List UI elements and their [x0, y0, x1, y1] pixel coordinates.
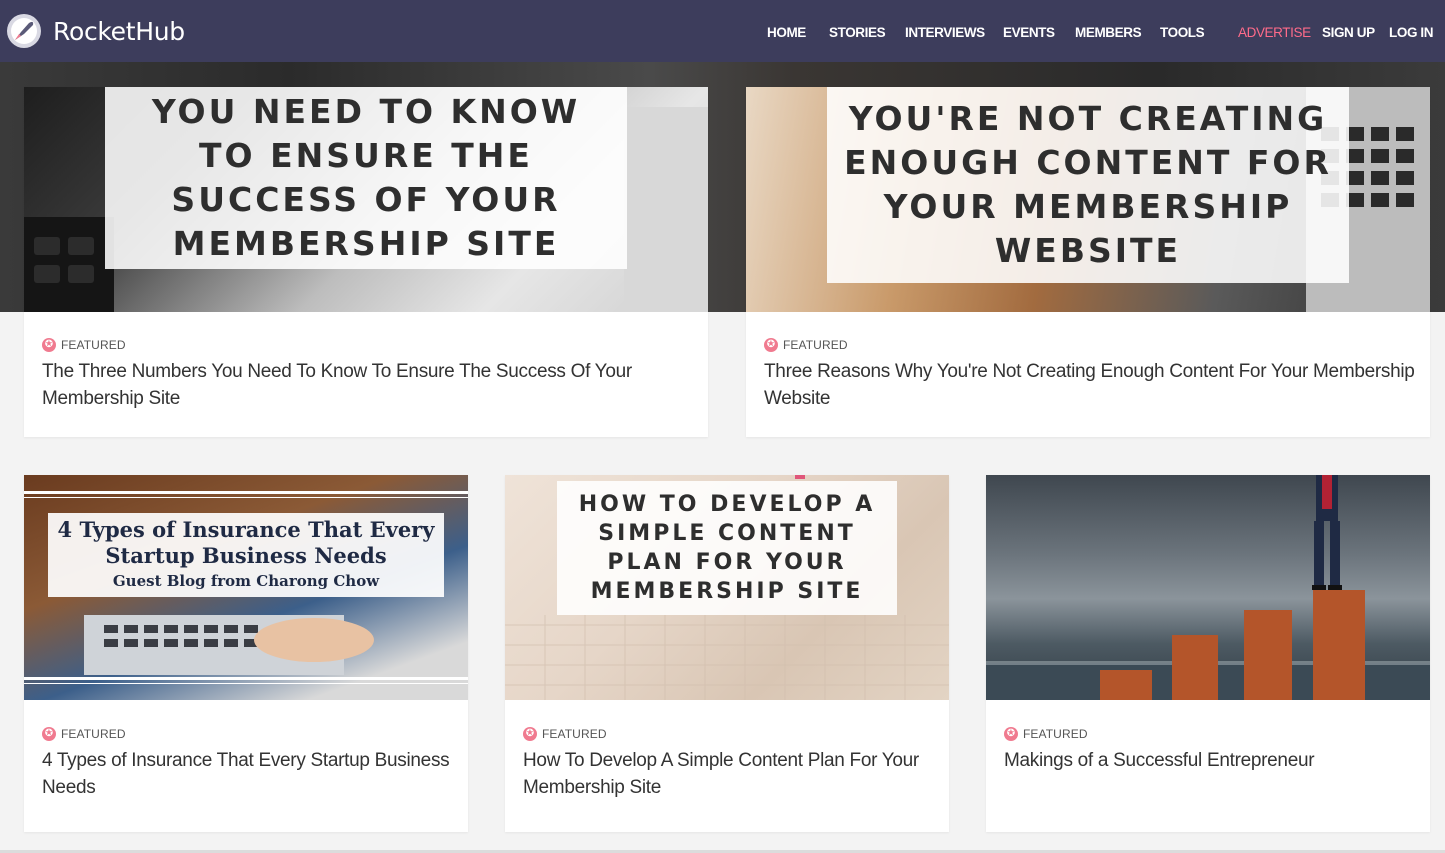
article-card-membership-numbers[interactable]: YOU NEED TO KNOW TO ENSURE THE SUCCESS O… [24, 87, 708, 437]
article-card-content-plan[interactable]: HOW TO DEVELOP A SIMPLE CONTENT PLAN FOR… [505, 475, 949, 832]
top-navigation-bar: RocketHub HOME STORIES INTERVIEWS EVENTS… [0, 0, 1445, 62]
thumbnail-overlay-line-2: Startup Business Needs [105, 543, 387, 568]
article-card-successful-entrepreneur[interactable]: FEATURED Makings of a Successful Entrepr… [986, 475, 1430, 832]
article-thumbnail[interactable] [986, 475, 1430, 700]
featured-star-icon [764, 337, 778, 353]
featured-badge: FEATURED [42, 726, 126, 742]
article-title[interactable]: Three Reasons Why You're Not Creating En… [764, 358, 1416, 412]
featured-label: FEATURED [783, 338, 848, 352]
featured-star-icon [42, 726, 56, 742]
article-card-startup-insurance[interactable]: 4 Types of Insurance That Every Startup … [24, 475, 468, 832]
thumbnail-overlay-text: HOW TO DEVELOP A SIMPLE CONTENT PLAN FOR… [557, 481, 897, 615]
article-thumbnail[interactable]: HOW TO DEVELOP A SIMPLE CONTENT PLAN FOR… [505, 475, 949, 700]
site-logo[interactable]: RocketHub [6, 11, 185, 51]
article-title[interactable]: Makings of a Successful Entrepreneur [1004, 747, 1416, 774]
nav-login-link[interactable]: LOG IN [1389, 25, 1434, 40]
thumbnail-overlay-text: YOU'RE NOT CREATING ENOUGH CONTENT FOR Y… [827, 87, 1349, 283]
article-title[interactable]: 4 Types of Insurance That Every Startup … [42, 747, 454, 801]
featured-label: FEATURED [61, 338, 126, 352]
featured-badge: FEATURED [1004, 726, 1088, 742]
nav-advertise-link[interactable]: ADVERTISE [1238, 25, 1311, 40]
featured-label: FEATURED [61, 727, 126, 741]
article-title[interactable]: How To Develop A Simple Content Plan For… [523, 747, 935, 801]
featured-star-icon [523, 726, 537, 742]
article-thumbnail[interactable]: 4 Types of Insurance That Every Startup … [24, 475, 468, 700]
typing-laptop-photo-icon [84, 615, 374, 675]
nav-item-stories[interactable]: STORIES [829, 25, 886, 40]
featured-label: FEATURED [542, 727, 607, 741]
article-title[interactable]: The Three Numbers You Need To Know To En… [42, 358, 694, 412]
site-name: RocketHub [53, 16, 185, 46]
article-card-content-reasons[interactable]: YOU'RE NOT CREATING ENOUGH CONTENT FOR Y… [746, 87, 1430, 437]
nav-signup-link[interactable]: SIGN UP [1322, 25, 1375, 40]
thumbnail-overlay-line-1: 4 Types of Insurance That Every [57, 517, 435, 542]
nav-item-events[interactable]: EVENTS [1003, 25, 1055, 40]
thumbnail-overlay-line-3: Guest Blog from Charong Chow [112, 572, 380, 590]
featured-badge: FEATURED [42, 337, 126, 353]
featured-star-icon [1004, 726, 1018, 742]
nav-item-tools[interactable]: TOOLS [1160, 25, 1205, 40]
article-thumbnail[interactable]: YOU'RE NOT CREATING ENOUGH CONTENT FOR Y… [746, 87, 1430, 312]
thumbnail-overlay-text: 4 Types of Insurance That Every Startup … [48, 513, 444, 597]
featured-label: FEATURED [1023, 727, 1088, 741]
featured-star-icon [42, 337, 56, 353]
featured-badge: FEATURED [523, 726, 607, 742]
featured-badge: FEATURED [764, 337, 848, 353]
thumbnail-overlay-text: YOU NEED TO KNOW TO ENSURE THE SUCCESS O… [105, 87, 627, 269]
rocket-logo-icon [7, 14, 41, 48]
article-thumbnail[interactable]: YOU NEED TO KNOW TO ENSURE THE SUCCESS O… [24, 87, 708, 312]
nav-item-members[interactable]: MEMBERS [1075, 25, 1142, 40]
businessman-on-bars-icon [986, 475, 1430, 700]
nav-item-interviews[interactable]: INTERVIEWS [905, 25, 985, 40]
nav-item-home[interactable]: HOME [767, 25, 806, 40]
